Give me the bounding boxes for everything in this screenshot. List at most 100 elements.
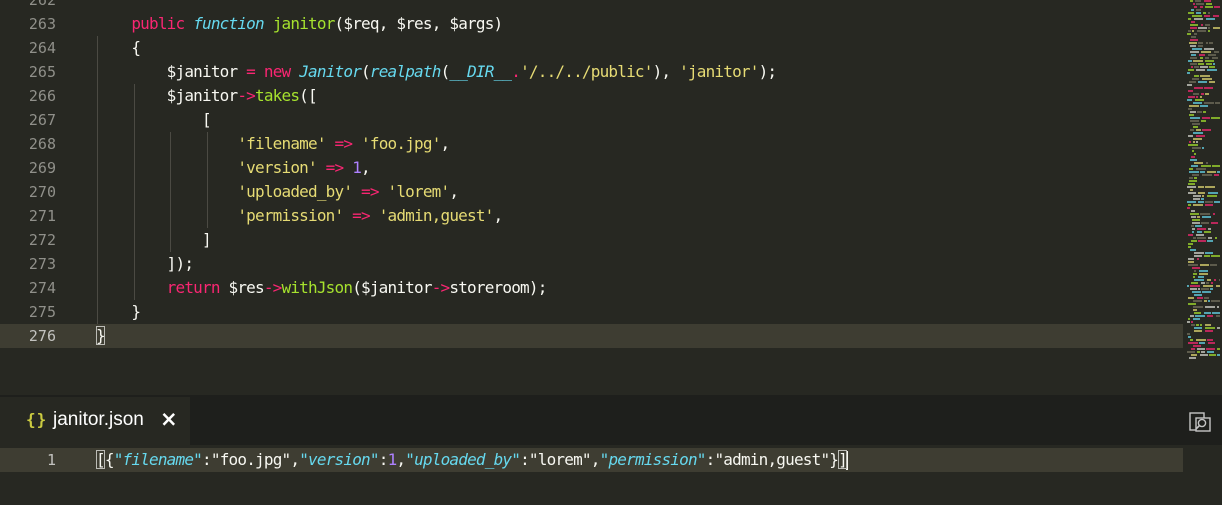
code-token: $janitor (96, 86, 238, 105)
minimap-stroke (1198, 288, 1200, 290)
minimap-stroke (1197, 111, 1202, 113)
minimap-stroke (1190, 117, 1200, 119)
minimap-stroke (1190, 129, 1194, 131)
code-token: , (361, 158, 371, 177)
minimap-stroke (1217, 171, 1220, 173)
minimap-stroke (1193, 276, 1195, 278)
minimap-stroke (1202, 291, 1211, 293)
minimap-stroke (1217, 354, 1220, 356)
minimap-stroke (1200, 354, 1208, 356)
minimap-stroke (1196, 339, 1206, 341)
minimap-stroke (1192, 15, 1202, 17)
minimap-stroke (1200, 171, 1205, 173)
minimap-stroke (1196, 129, 1201, 131)
minimap-stroke (1193, 273, 1197, 275)
minimap-stroke (1191, 324, 1195, 326)
minimap-stroke (1190, 213, 1199, 215)
code-line: 271 'permission' => 'admin,guest', (0, 204, 1183, 228)
minimap-stroke (1194, 162, 1203, 164)
minimap-stroke (1202, 195, 1204, 197)
minimap-stroke (1192, 150, 1194, 152)
minimap-stroke (1191, 21, 1195, 23)
minimap-stroke (1204, 312, 1211, 314)
code-token: withJson (281, 278, 353, 297)
minimap[interactable] (1183, 0, 1222, 365)
minimap-stroke (1203, 285, 1213, 287)
code-token: , (440, 134, 451, 153)
code-token: 1 (352, 158, 362, 177)
minimap-stroke (1205, 330, 1213, 332)
line-content: $janitor = new Janitor(realpath(__DIR__.… (96, 60, 777, 84)
code-line-partial: 262 (0, 0, 1183, 12)
code-token: -> (237, 86, 255, 105)
code-line: 273 ]); (0, 252, 1183, 276)
code-token: , (449, 182, 459, 201)
minimap-stroke (1190, 120, 1199, 122)
minimap-stroke (1188, 183, 1195, 185)
minimap-stroke (1205, 186, 1215, 188)
line-content: $janitor->takes([ (96, 84, 318, 108)
code-token: , (290, 450, 300, 469)
minimap-stroke (1192, 267, 1200, 269)
code-token: 'version' (237, 158, 317, 177)
minimap-stroke (1193, 237, 1196, 239)
minimap-stroke (1191, 282, 1198, 284)
minimap-stroke (1189, 42, 1197, 44)
minimap-stroke (1193, 300, 1202, 302)
line-number: 267 (28, 111, 56, 129)
close-icon[interactable]: × (160, 407, 178, 431)
code-editor[interactable]: 262 263 public function janitor($req, $r… (0, 0, 1222, 395)
minimap-stroke (1217, 348, 1220, 350)
code-token: => (325, 158, 344, 177)
open-preview-icon[interactable] (1188, 410, 1212, 434)
line-number: 273 (28, 255, 56, 273)
tab-janitor-json[interactable]: {} janitor.json × (0, 397, 190, 445)
line-number: 1 (46, 451, 56, 469)
minimap-stroke (1192, 231, 1194, 233)
minimap-stroke (1211, 282, 1213, 284)
code-token: Janitor (299, 62, 362, 81)
minimap-stroke (1205, 60, 1214, 62)
minimap-stroke (1191, 156, 1195, 158)
minimap-stroke (1189, 114, 1194, 116)
minimap-stroke (1195, 225, 1202, 227)
code-token: storeroom); (449, 278, 547, 297)
minimap-stroke (1193, 93, 1199, 95)
minimap-stroke (1205, 57, 1209, 59)
code-token: "lorem" (528, 450, 592, 469)
code-token: : (378, 450, 389, 469)
minimap-stroke (1206, 162, 1208, 164)
minimap-stroke (1195, 0, 1201, 2)
minimap-stroke (1197, 351, 1200, 353)
minimap-stroke (1198, 276, 1204, 278)
minimap-stroke (1201, 198, 1204, 200)
minimap-stroke (1198, 42, 1203, 44)
minimap-stroke (1200, 75, 1210, 77)
minimap-stroke (1202, 216, 1211, 218)
minimap-stroke (1187, 99, 1192, 101)
minimap-stroke (1196, 141, 1198, 143)
line-number: 270 (28, 183, 56, 201)
minimap-stroke (1217, 327, 1220, 329)
json-editor[interactable]: 1 [{"filename":"foo.jpg","version":1,"up… (0, 445, 1222, 505)
line-content: ]); (96, 252, 194, 276)
minimap-stroke (1188, 144, 1198, 146)
minimap-stroke (1190, 57, 1197, 59)
minimap-stroke (1199, 273, 1208, 275)
minimap-stroke (1208, 54, 1216, 56)
minimap-stroke (1204, 0, 1211, 2)
minimap-stroke (1212, 57, 1218, 59)
minimap-stroke (1189, 81, 1196, 83)
line-content: } (96, 324, 106, 348)
minimap-stroke (1195, 99, 1204, 101)
minimap-stroke (1194, 312, 1201, 314)
minimap-stroke (1202, 78, 1212, 80)
code-token: } (96, 302, 141, 321)
code-line: 266 $janitor->takes([ (0, 84, 1183, 108)
minimap-stroke (1191, 36, 1196, 38)
